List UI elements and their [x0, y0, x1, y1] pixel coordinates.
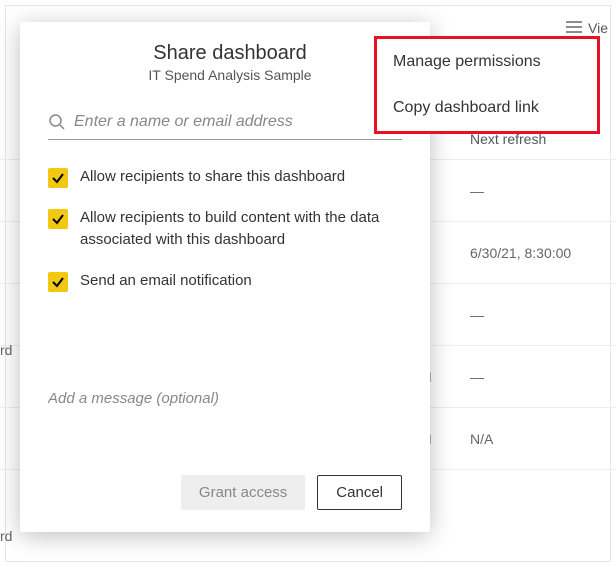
message-input[interactable] [48, 322, 402, 475]
cell-fragment: rd [0, 528, 12, 544]
cell-next-refresh: — [470, 307, 600, 323]
checkbox-label: Allow recipients to share this dashboard [80, 166, 345, 189]
view-menu-icon[interactable] [566, 20, 582, 36]
menu-item-copy-link[interactable]: Copy dashboard link [377, 85, 597, 131]
menu-item-manage-permissions[interactable]: Manage permissions [377, 39, 597, 85]
checkbox-allow-share[interactable] [48, 168, 68, 188]
checkbox-label: Allow recipients to build content with t… [80, 207, 402, 252]
cell-next-refresh: — [470, 369, 600, 385]
share-dashboard-dialog: Share dashboard IT Spend Analysis Sample… [20, 22, 430, 532]
search-icon [48, 113, 66, 131]
recipient-input-row [48, 107, 402, 140]
more-options-menu: Manage permissions Copy dashboard link [374, 36, 600, 134]
checkbox-label: Send an email notification [80, 270, 252, 293]
cell-next-refresh: 6/30/21, 8:30:00 [470, 245, 600, 261]
view-menu-label[interactable]: Vie [588, 20, 608, 36]
recipient-input[interactable] [74, 113, 402, 131]
checkbox-allow-build[interactable] [48, 209, 68, 229]
cell-fragment: rd [0, 342, 12, 358]
cancel-button[interactable]: Cancel [317, 475, 402, 510]
checkbox-email-notification[interactable] [48, 272, 68, 292]
grant-access-button[interactable]: Grant access [181, 475, 305, 510]
dialog-title: Share dashboard [88, 42, 372, 65]
cell-next-refresh: N/A [470, 431, 600, 447]
cell-next-refresh: — [470, 183, 600, 199]
dialog-subtitle: IT Spend Analysis Sample [88, 67, 372, 83]
